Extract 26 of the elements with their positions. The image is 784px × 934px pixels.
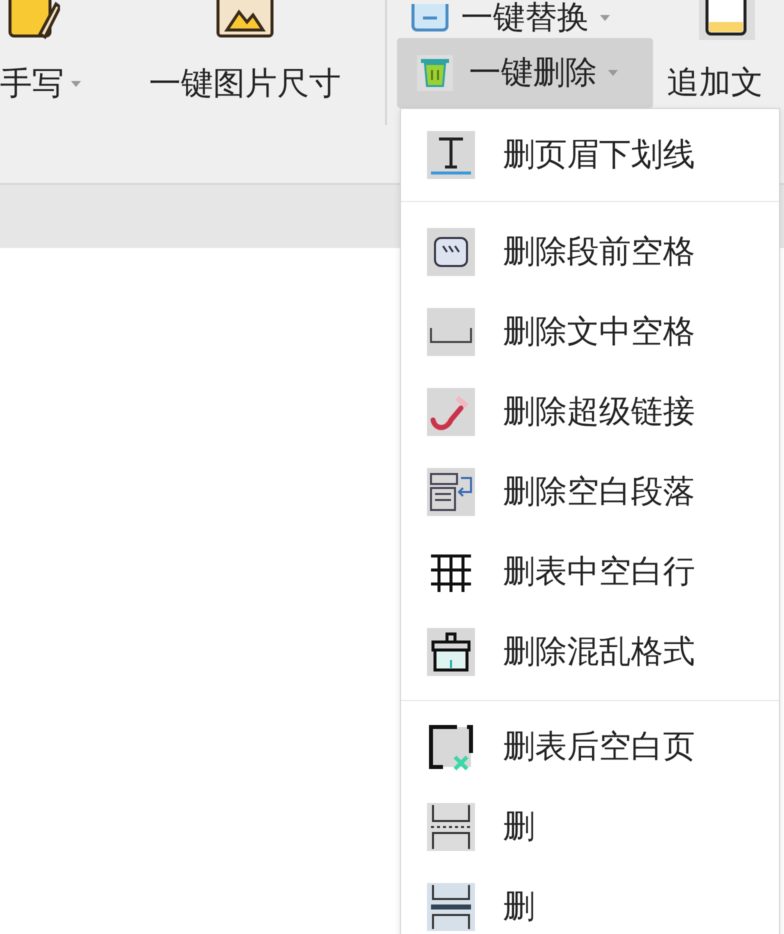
toolbox-icon <box>427 628 475 676</box>
menu-item[interactable]: 删除空白段落 <box>401 452 779 532</box>
menu-item[interactable]: 删 <box>401 787 779 867</box>
paragraph-return-icon <box>427 468 475 516</box>
menu-item[interactable]: 删 <box>401 867 779 934</box>
mountain-image-icon <box>215 0 275 40</box>
indent-space-icon <box>427 228 475 276</box>
toolbar-button[interactable]: 手写 <box>0 62 82 106</box>
swap-icon <box>411 4 451 32</box>
toolbar-button[interactable]: 一键删除 <box>397 38 653 108</box>
underline-t-icon <box>427 131 475 179</box>
menu-item[interactable]: 删表后空白页 <box>401 707 779 787</box>
toolbar-button[interactable]: 一键图片尺寸 <box>149 62 341 106</box>
menu-item[interactable]: 删除段前空格 <box>401 212 779 292</box>
menu-item[interactable]: 删表中空白行 <box>401 532 779 612</box>
menu-item[interactable]: 删除超级链接 <box>401 372 779 452</box>
section-break-icon <box>427 883 475 931</box>
menu-item[interactable]: 删页眉下划线 <box>401 109 779 201</box>
link-icon <box>427 388 475 436</box>
toolbar-button[interactable]: 追加文 <box>667 64 763 102</box>
page-cross-icon <box>427 723 475 771</box>
space-bracket-icon <box>427 308 475 356</box>
toolbar-button[interactable]: 一键替换 <box>397 0 653 36</box>
menu-item[interactable]: 删除文中空格 <box>401 292 779 372</box>
page-break-icon <box>427 803 475 851</box>
menu-item[interactable]: 删除混乱格式 <box>401 612 779 692</box>
